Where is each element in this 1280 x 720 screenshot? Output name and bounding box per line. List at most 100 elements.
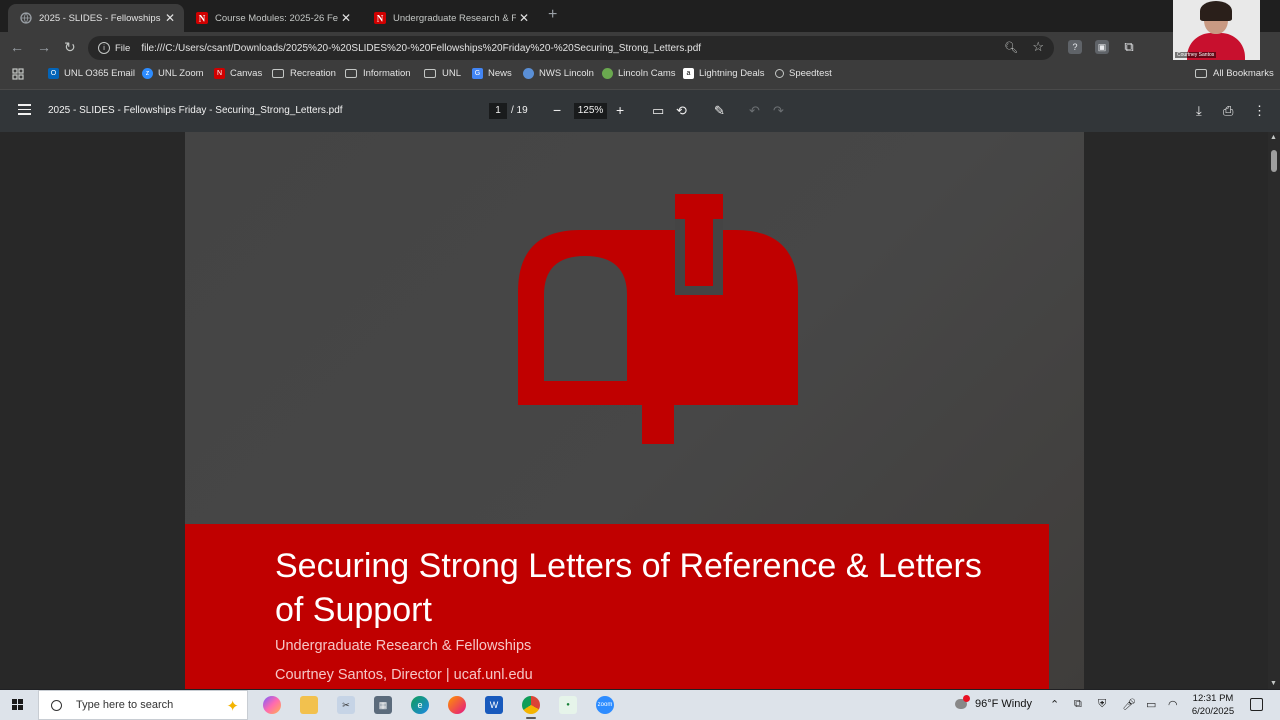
firefox-icon[interactable] — [448, 696, 466, 714]
tab-undergrad-research[interactable]: N Undergraduate Research & Fellowships ✕ — [362, 4, 538, 32]
bookmark-canvas[interactable]: N Canvas — [214, 68, 262, 79]
close-tab-icon[interactable]: ✕ — [516, 11, 532, 25]
outlook-icon: O — [48, 68, 59, 79]
scroll-down-icon[interactable]: ▼ — [1270, 680, 1277, 687]
bookmark-label: UNL — [442, 68, 462, 79]
bookmark-label: Recreation — [290, 68, 336, 79]
pdf-toolbar: 2025 - SLIDES - Fellowships Friday - Sec… — [0, 90, 1280, 132]
fit-page-icon[interactable]: ▭ — [652, 103, 664, 119]
bookmark-lightning-deals[interactable]: a Lightning Deals — [683, 68, 765, 79]
redo-icon[interactable]: ↷ — [773, 103, 784, 119]
network-icon[interactable]: ◠ — [1168, 698, 1178, 711]
bookmark-lincoln-cams[interactable]: Lincoln Cams — [602, 68, 676, 79]
search-icon — [51, 699, 62, 711]
webcam-person-hair — [1200, 1, 1232, 21]
calculator-icon[interactable]: ▦ — [374, 696, 392, 714]
sidebar-menu-icon[interactable] — [18, 104, 31, 118]
print-icon[interactable]: ⎙ — [1223, 103, 1233, 119]
apps-grid-icon[interactable] — [12, 68, 24, 80]
notifications-icon[interactable] — [1250, 698, 1263, 711]
annotate-pen-icon[interactable]: ✎ — [714, 103, 725, 119]
bookmark-folder-unl[interactable]: UNL — [424, 68, 461, 79]
pdf-viewer[interactable]: Securing Strong Letters of Reference & L… — [0, 132, 1268, 689]
clock-date: 6/20/2025 — [1191, 706, 1235, 717]
close-tab-icon[interactable]: ✕ — [338, 11, 354, 25]
bookmark-label: Lightning Deals — [699, 68, 765, 79]
bookmark-zoom[interactable]: z UNL Zoom — [142, 68, 204, 79]
forward-arrow-icon[interactable]: → — [37, 39, 51, 55]
snipping-tool-icon[interactable]: ✂ — [337, 696, 355, 714]
chrome-icon[interactable] — [522, 696, 540, 719]
tab-title: Undergraduate Research & Fellowships — [393, 12, 516, 24]
tab-title: 2025 - SLIDES - Fellowships Friday - Sec… — [39, 12, 162, 24]
bookmark-label: UNL O365 Email — [64, 68, 135, 79]
new-tab-button[interactable]: + — [548, 6, 557, 24]
bookmark-folder-recreation[interactable]: Recreation — [272, 68, 336, 79]
browser-toolbar: ← → ↻ i File file:///C:/Users/csant/Down… — [0, 32, 1280, 63]
weather-widget[interactable]: 96°F Windy — [955, 695, 1032, 710]
rotate-icon[interactable]: ⟲ — [676, 103, 687, 119]
system-clock[interactable]: 12:31 PM 6/20/2025 — [1185, 692, 1241, 718]
tray-chevron-icon[interactable]: ⌃ — [1050, 698, 1059, 711]
edge-icon[interactable]: e — [411, 696, 429, 714]
bookmark-label: Information — [363, 68, 411, 79]
bookmark-nws[interactable]: NWS Lincoln — [523, 68, 594, 79]
taskbar-search-box[interactable]: Type here to search ✦ — [38, 690, 248, 720]
undo-icon[interactable]: ↶ — [749, 103, 760, 119]
tab-pdf[interactable]: 2025 - SLIDES - Fellowships Friday - Sec… — [8, 4, 184, 32]
file-explorer-icon[interactable] — [300, 696, 318, 714]
extensions-puzzle-icon[interactable]: ⧉ — [1122, 39, 1136, 54]
bookmark-label: Speedtest — [789, 68, 832, 79]
globe-icon — [20, 12, 32, 24]
folder-icon — [1195, 69, 1207, 78]
scrollbar-thumb[interactable] — [1271, 150, 1277, 172]
microphone-icon[interactable]: 🎤︎ — [1122, 698, 1136, 711]
windows-start-icon[interactable] — [12, 699, 24, 711]
remote-app-icon[interactable]: ● — [559, 696, 577, 714]
word-icon[interactable]: W — [485, 696, 503, 714]
bookmark-speedtest[interactable]: Speedtest — [775, 68, 832, 79]
extension-help-icon[interactable]: ? — [1068, 40, 1082, 54]
page-number-input[interactable]: 1 — [489, 103, 507, 119]
security-shield-icon[interactable]: ⛨ — [1098, 698, 1106, 711]
webcam-name-label: Courtney Santos — [1175, 52, 1217, 58]
more-options-icon[interactable]: ⋮ — [1253, 103, 1266, 119]
slide-title: Securing Strong Letters of Reference & L… — [275, 547, 982, 629]
weather-text: 96°F Windy — [975, 698, 1032, 710]
title-banner: Securing Strong Letters of Reference & L… — [185, 524, 1049, 689]
extension-icon[interactable]: ▣ — [1095, 40, 1109, 54]
zoom-in-button[interactable]: + — [616, 102, 624, 118]
tab-course-modules[interactable]: N Course Modules: 2025-26 Fellowships ✕ — [184, 4, 360, 32]
zoom-magnifier-icon[interactable]: 🔍︎ — [1004, 41, 1018, 54]
folder-icon — [424, 69, 436, 78]
bookmark-folder-information[interactable]: Information — [345, 68, 411, 79]
download-icon[interactable]: ⤓ — [1196, 103, 1202, 119]
webcam-overlay: Courtney Santos — [1173, 0, 1260, 60]
site-info-chip[interactable]: i File — [98, 42, 130, 54]
folder-icon — [272, 69, 284, 78]
copilot-icon[interactable] — [263, 696, 281, 714]
clock-time: 12:31 PM — [1192, 693, 1234, 704]
zoom-icon[interactable]: zoom — [596, 696, 614, 714]
vertical-scrollbar[interactable]: ▲ ▼ — [1268, 132, 1280, 689]
zoom-out-button[interactable]: − — [553, 102, 561, 118]
mailbox-icon — [518, 194, 798, 444]
speedtest-icon — [775, 69, 784, 78]
close-tab-icon[interactable]: ✕ — [162, 11, 178, 25]
tray-app-icon[interactable]: ⧉ — [1074, 698, 1082, 711]
site-chip-label: File — [115, 42, 131, 54]
search-highlight-icon: ✦ — [226, 698, 239, 715]
zoom-input[interactable]: 125% — [574, 103, 607, 119]
bookmark-news[interactable]: G News — [472, 68, 512, 79]
address-bar[interactable]: i File file:///C:/Users/csant/Downloads/… — [88, 36, 1054, 60]
scroll-up-icon[interactable]: ▲ — [1270, 134, 1277, 141]
back-arrow-icon[interactable]: ← — [10, 39, 24, 55]
battery-icon[interactable]: ▭ — [1146, 698, 1156, 711]
bookmark-star-icon[interactable]: ☆ — [1032, 39, 1044, 55]
bookmark-label: NWS Lincoln — [539, 68, 594, 79]
reload-icon[interactable]: ↻ — [64, 39, 76, 56]
all-bookmarks[interactable]: All Bookmarks — [1195, 68, 1274, 79]
pdf-title: 2025 - SLIDES - Fellowships Friday - Sec… — [48, 105, 343, 116]
bookmark-o365[interactable]: O UNL O365 Email — [48, 68, 135, 79]
bookmark-label: UNL Zoom — [158, 68, 204, 79]
